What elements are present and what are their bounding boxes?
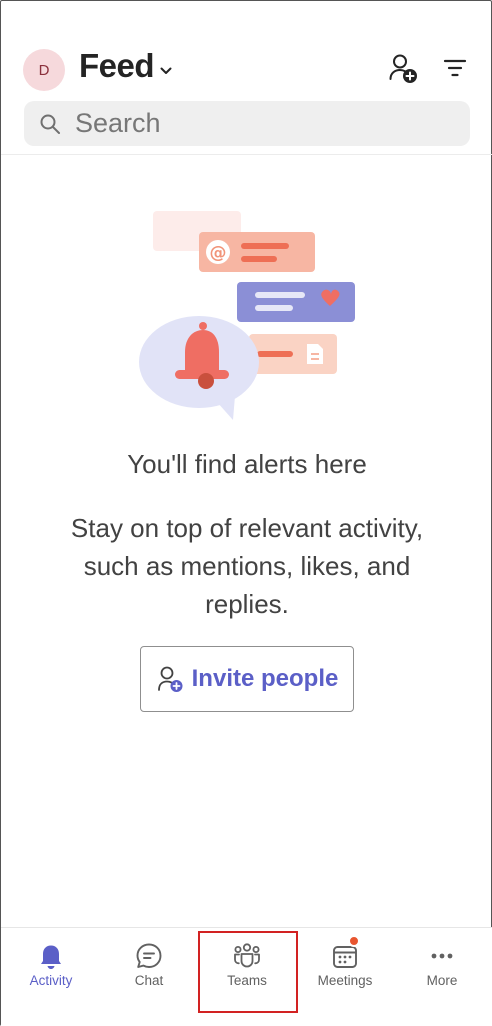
chevron-down-icon [160, 67, 172, 74]
nav-label: Activity [29, 973, 73, 988]
feed-title-dropdown[interactable]: Feed [79, 47, 172, 85]
invite-people-label: Invite people [191, 665, 339, 692]
add-person-icon[interactable] [387, 52, 419, 84]
nav-item-more[interactable]: More [393, 928, 491, 1026]
nav-item-teams[interactable]: Teams [198, 928, 296, 1026]
more-icon [431, 953, 453, 959]
page-title: Feed [79, 47, 155, 84]
search-icon [40, 114, 60, 134]
nav-item-chat[interactable]: Chat [100, 928, 198, 1026]
search-input[interactable]: Search [75, 108, 161, 139]
header: D Feed [1, 41, 492, 99]
avatar[interactable]: D [23, 49, 65, 91]
nav-label: Meetings [317, 973, 373, 988]
divider [1, 154, 492, 155]
bottom-nav: Activity Chat Teams Meetings More [1, 927, 492, 1026]
svg-text:@: @ [210, 243, 227, 263]
teams-icon [234, 943, 260, 968]
empty-state-title: You'll find alerts here [127, 449, 367, 479]
notifications-illustration: @ [139, 211, 355, 420]
filter-icon[interactable] [439, 52, 471, 84]
chat-icon [136, 943, 162, 968]
nav-label: More [426, 973, 458, 988]
nav-label: Teams [227, 973, 267, 988]
nav-item-activity[interactable]: Activity [2, 928, 100, 1026]
search-bar[interactable]: Search [24, 101, 470, 146]
avatar-initial: D [38, 61, 50, 79]
add-person-icon [157, 666, 183, 692]
empty-state-description: Stay on top of relevant activity, such a… [70, 513, 424, 619]
notification-badge [348, 935, 360, 947]
invite-people-button[interactable]: Invite people [140, 646, 354, 712]
nav-item-meetings[interactable]: Meetings [296, 928, 394, 1026]
bell-icon [41, 945, 61, 969]
app-frame: D Feed Search @ You'll find alerts here … [0, 0, 492, 1026]
nav-label: Chat [134, 973, 164, 988]
